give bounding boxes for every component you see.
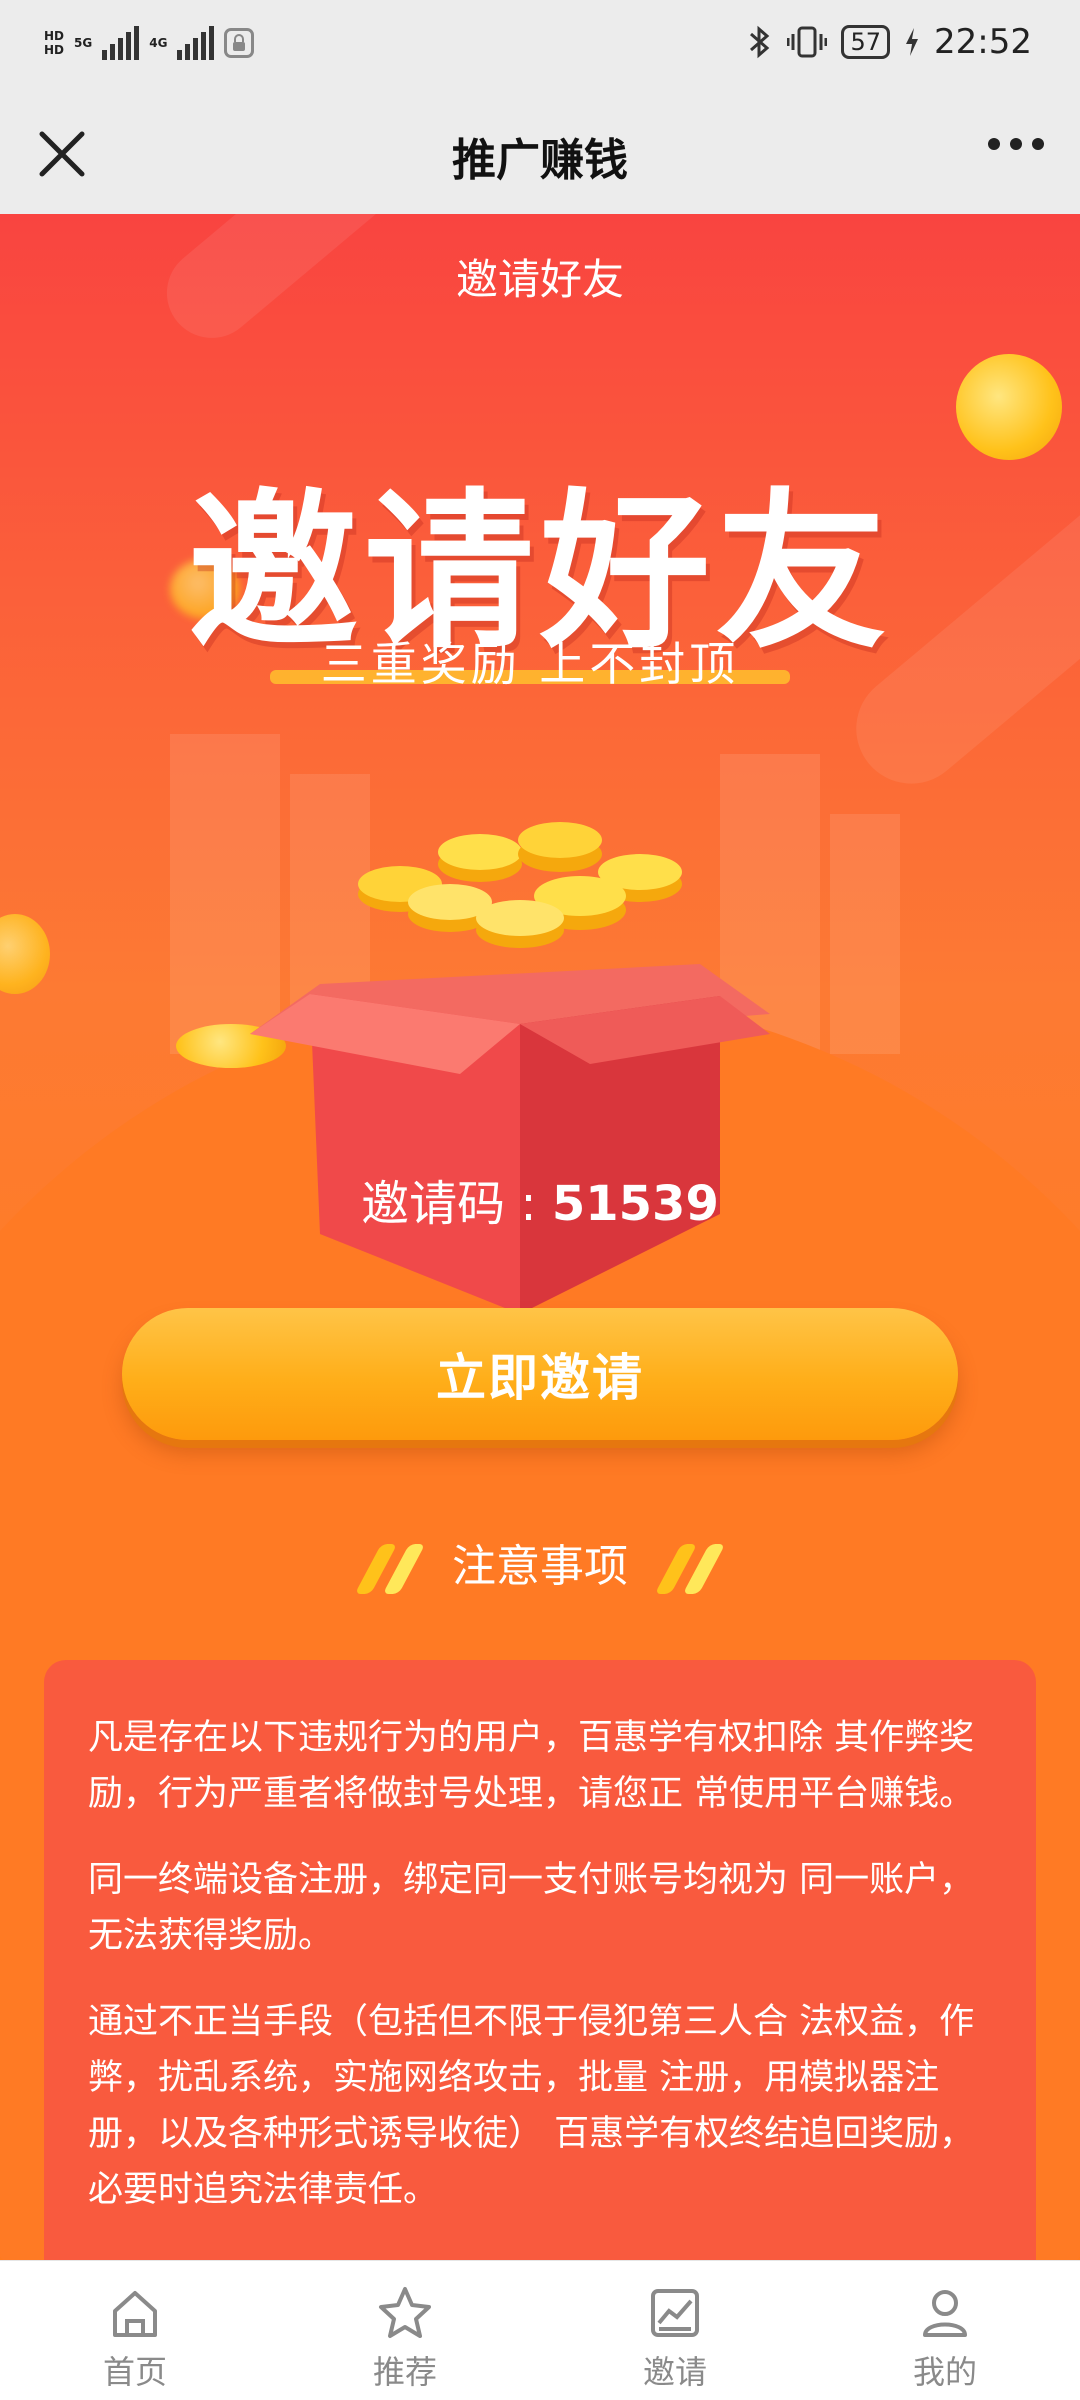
nav-item-home[interactable]: 首页	[0, 2261, 270, 2400]
nav-label-recommend: 推荐	[372, 2353, 437, 2391]
status-left: HD HD 5G 4G	[44, 26, 255, 60]
signal-icon-2	[177, 26, 215, 60]
status-bar: HD HD 5G 4G 57 22:52	[0, 0, 1080, 96]
nav-label-invite: 邀请	[642, 2353, 707, 2391]
notice-paragraph: 同一终端设备注册，绑定同一支付账号均视为 同一账户，无法获得奖励。	[88, 1860, 975, 1956]
invite-code-label: 邀请码 :	[361, 1176, 552, 1232]
nav-label-mine: 我的	[912, 2353, 977, 2391]
city-silhouette	[830, 814, 900, 1054]
notice-title: 注意事项	[452, 1541, 628, 1592]
nav-label-home: 首页	[102, 2353, 167, 2391]
star-icon	[379, 2287, 431, 2338]
battery-level: 57	[841, 25, 891, 59]
user-icon	[923, 2290, 967, 2337]
floating-coin	[0, 914, 50, 994]
invite-code: 邀请码 : 51539	[0, 1164, 1080, 1234]
notice-header: 注意事项	[0, 1530, 1080, 1594]
invite-now-button[interactable]: 立即邀请	[122, 1308, 958, 1440]
bottom-nav: 首页 推荐 邀请 我的	[0, 2260, 1080, 2400]
chart-icon	[651, 2289, 699, 2337]
nav-item-mine[interactable]: 我的	[810, 2261, 1080, 2400]
vibrate-icon	[787, 26, 828, 58]
main-content: 邀请好友 邀请好友 三重奖励 上不封顶 邀请码 : 51539 立即邀请 注意事…	[0, 214, 1080, 2260]
charging-icon	[906, 28, 919, 56]
hero-subtitle-text: 三重奖励 上不封顶	[320, 637, 740, 691]
network-4g-label: 4G	[149, 36, 168, 50]
notice-card: 凡是存在以下违规行为的用户，百惠学有权扣除 其作弊奖励，行为严重者将做封号处理，…	[44, 1660, 1036, 2260]
page-title: 推广赚钱	[452, 135, 628, 186]
bluetooth-icon	[750, 25, 770, 59]
lock-icon	[224, 28, 255, 58]
invite-code-value: 51539	[551, 1176, 719, 1232]
hd-badges: HD HD	[44, 29, 64, 57]
page-header-label: 邀请好友	[455, 255, 624, 304]
status-right: 57 22:52	[747, 22, 1032, 62]
more-options-icon[interactable]	[988, 138, 1044, 150]
hero-subtitle: 三重奖励 上不封顶	[270, 628, 790, 691]
hd-badge-2: HD	[44, 43, 65, 57]
notice-paragraph: 通过不正当手段（包括但不限于侵犯第三人合 法权益，作弊，扰乱系统，实施网络攻击，…	[88, 2002, 975, 2210]
nav-item-recommend[interactable]: 推荐	[270, 2261, 540, 2400]
notice-paragraph: 凡是存在以下违规行为的用户，百惠学有权扣除 其作弊奖励，行为严重者将做封号处理，…	[88, 1718, 975, 1814]
top-bar: 推广赚钱	[0, 96, 1080, 214]
hd-badge-1: HD	[44, 29, 65, 43]
network-5g-label: 5G	[74, 36, 93, 50]
home-icon	[113, 2291, 157, 2337]
clock: 22:52	[934, 22, 1032, 62]
signal-icon-1	[102, 26, 140, 60]
nav-item-invite[interactable]: 邀请	[540, 2261, 810, 2400]
